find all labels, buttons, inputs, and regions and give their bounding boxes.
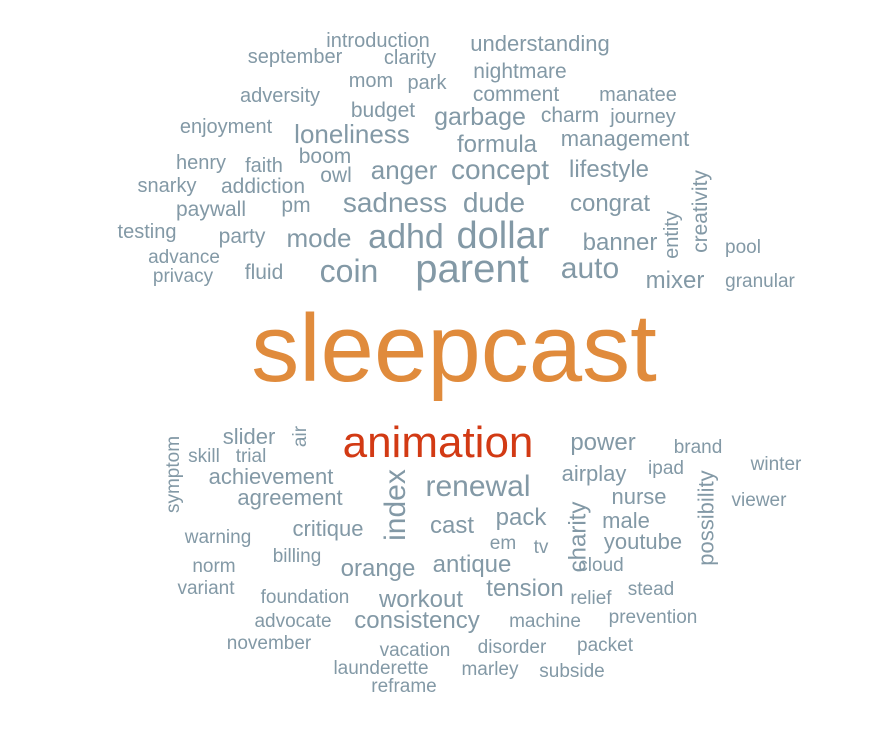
cloud-word: nightmare [473, 59, 567, 83]
cloud-word: em [489, 532, 517, 554]
cloud-word: testing [117, 221, 177, 243]
cloud-word: coin [319, 253, 379, 289]
cloud-word: air [290, 425, 312, 447]
cloud-word: comment [472, 82, 560, 106]
cloud-word: fluid [244, 260, 284, 284]
cloud-word: orange [340, 555, 416, 582]
cloud-word: pm [281, 193, 311, 217]
cloud-word: launderette [333, 657, 429, 679]
cloud-word: machine [509, 610, 581, 632]
cloud-word: youtube [603, 529, 683, 554]
word-cloud-canvas: sleepcast animation parent dollar adhd coin au… [0, 0, 888, 740]
cloud-word: snarky [137, 175, 197, 197]
cloud-word: granular [725, 270, 795, 292]
cloud-word: slider [222, 424, 276, 449]
cloud-word: index [379, 469, 412, 541]
cloud-word: dollar [456, 215, 550, 257]
cloud-word: vacation [379, 639, 451, 661]
cloud-word: lifestyle [568, 156, 650, 183]
cloud-word: brand [673, 436, 723, 458]
cloud-word: cast [429, 512, 474, 539]
cloud-word: marley [461, 658, 519, 680]
cloud-word: budget [350, 98, 416, 122]
cloud-word: nurse [611, 484, 667, 509]
cloud-word: pool [725, 236, 761, 258]
cloud-word: creativity [688, 169, 712, 253]
cloud-word: adhd [368, 218, 444, 256]
cloud-word: sadness [342, 187, 448, 218]
cloud-word: banner [582, 229, 658, 256]
cloud-word: symptom [163, 435, 185, 513]
cloud-word: viewer [731, 489, 787, 511]
cloud-word: adversity [239, 85, 321, 107]
cloud-word: winter [750, 453, 802, 475]
cloud-word: henry [175, 152, 227, 174]
cloud-word: loneliness [294, 119, 410, 149]
cloud-word: clarity [383, 47, 437, 69]
cloud-word: garbage [434, 102, 526, 131]
cloud-word: subside [539, 660, 605, 682]
cloud-word: agreement [237, 485, 343, 510]
cloud-word: paywall [175, 197, 247, 221]
cloud-word: skill [188, 445, 220, 467]
cloud-word: trial [235, 445, 267, 467]
cloud-word: renewal [425, 470, 531, 503]
cloud-word: variant [177, 577, 235, 599]
cloud-word: possibility [694, 470, 719, 566]
cloud-word: tension [486, 575, 564, 602]
cloud-word: mixer [645, 267, 705, 294]
cloud-word: congrat [569, 190, 651, 217]
cloud-word: antique [432, 551, 512, 578]
cloud-word: faith [245, 155, 283, 177]
cloud-word: mom [348, 70, 394, 92]
cloud-word: sleepcast [251, 295, 657, 402]
cloud-word: warning [184, 526, 252, 548]
cloud-word: anger [370, 155, 438, 185]
cloud-word: park [407, 72, 447, 94]
cloud-word: norm [192, 555, 236, 577]
cloud-word: stead [627, 578, 675, 600]
cloud-word: entity [661, 211, 683, 259]
cloud-word: charm [540, 103, 600, 127]
cloud-word: enjoyment [179, 116, 273, 138]
cloud-word: november [226, 632, 312, 654]
cloud-word: packet [577, 634, 633, 656]
cloud-word: foundation [260, 586, 350, 608]
cloud-word: critique [292, 516, 364, 541]
cloud-word: reframe [371, 675, 437, 697]
cloud-word: management [560, 126, 690, 151]
cloud-word: consistency [354, 607, 480, 634]
cloud-word: tv [533, 536, 549, 558]
cloud-word: mode [286, 223, 352, 253]
cloud-word: airplay [561, 461, 627, 486]
cloud-word: animation [342, 418, 534, 467]
cloud-word: ipad [648, 457, 684, 479]
cloud-word: billing [272, 545, 322, 567]
cloud-word: concept [450, 154, 550, 185]
cloud-word: owl [320, 163, 352, 187]
cloud-word: pack [495, 504, 547, 531]
cloud-word: power [570, 429, 636, 456]
cloud-word: cloud [578, 554, 624, 576]
cloud-word: prevention [608, 606, 698, 628]
cloud-word: advocate [254, 610, 332, 632]
cloud-word: relief [570, 587, 612, 609]
cloud-word: formula [456, 131, 538, 158]
cloud-word: privacy [152, 265, 214, 287]
cloud-word: disorder [477, 636, 547, 658]
cloud-word: party [218, 224, 266, 248]
cloud-word: journey [610, 106, 676, 128]
cloud-word: auto [560, 252, 620, 285]
cloud-word: advance [148, 246, 220, 268]
cloud-word: understanding [470, 31, 610, 56]
cloud-word: dude [462, 187, 526, 218]
cloud-word: manatee [599, 84, 677, 106]
